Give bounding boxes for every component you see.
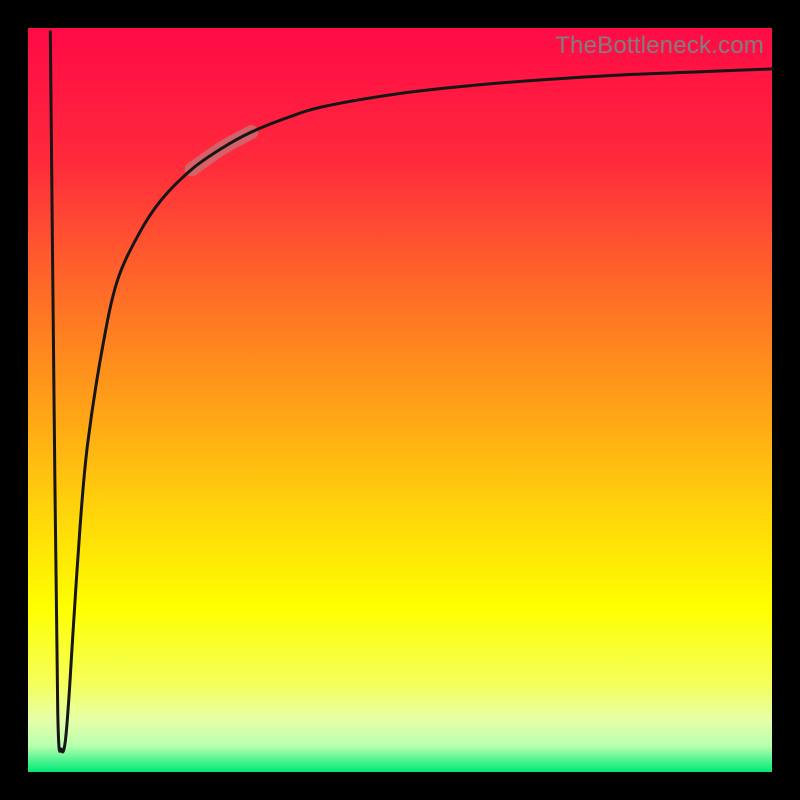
bottleneck-curve [28,28,772,772]
plot-area: TheBottleneck.com [28,28,772,772]
chart-frame: TheBottleneck.com [0,0,800,800]
curve-main [50,32,772,752]
